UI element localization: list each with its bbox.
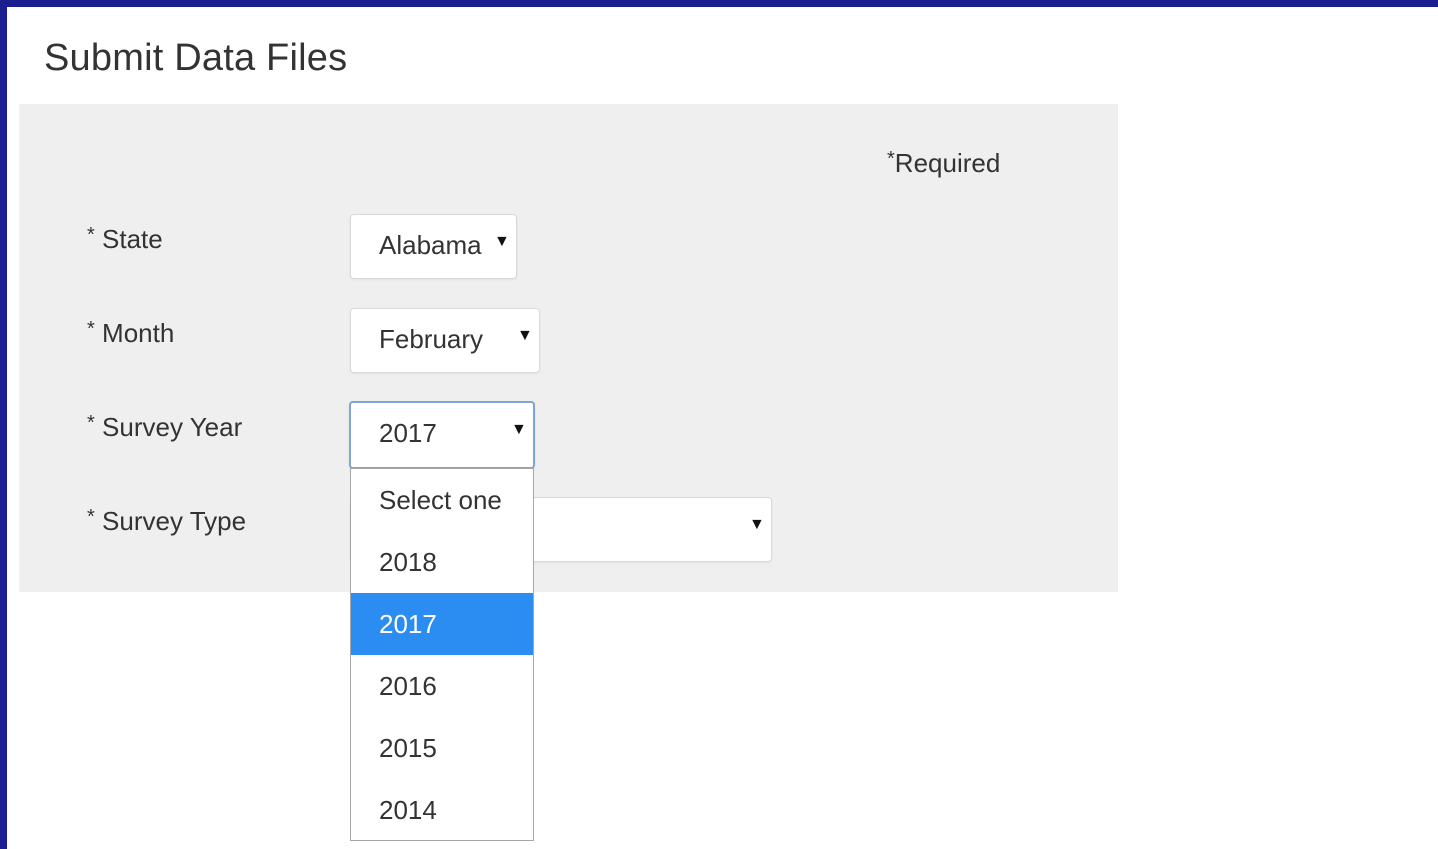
caret-down-icon: ▼ [749, 516, 765, 533]
survey-year-dropdown-list: Select one 2018 2017 2016 2015 2014 [350, 468, 534, 841]
required-asterisk: * [87, 412, 95, 434]
required-asterisk: * [87, 506, 95, 528]
month-label: * Month [87, 318, 174, 349]
survey-year-select[interactable]: 2017 ▼ [349, 401, 535, 469]
dropdown-option-2015[interactable]: 2015 [351, 717, 533, 779]
page: Submit Data Files *Required * State Alab… [7, 7, 1438, 849]
state-label-text: State [102, 224, 163, 254]
dropdown-option-2018[interactable]: 2018 [351, 531, 533, 593]
month-select-value: February [379, 324, 484, 354]
month-label-text: Month [102, 318, 175, 348]
required-note-text: Required [894, 148, 1001, 178]
form-panel: *Required * State Alabama ▼ * Month Febr… [19, 104, 1118, 592]
page-title: Submit Data Files [44, 37, 348, 79]
month-select[interactable]: February ▼ [350, 308, 540, 373]
dropdown-option-2017[interactable]: 2017 [351, 593, 533, 655]
survey-year-label: * Survey Year [87, 412, 242, 443]
survey-year-select-value: 2017 [379, 418, 437, 448]
state-label: * State [87, 224, 163, 255]
required-asterisk: * [887, 148, 895, 170]
survey-type-label-text: Survey Type [102, 506, 247, 536]
caret-down-icon: ▼ [494, 233, 510, 250]
state-select[interactable]: Alabama ▼ [350, 214, 517, 279]
caret-down-icon: ▼ [511, 421, 527, 438]
dropdown-option-2014[interactable]: 2014 [351, 779, 533, 841]
required-note: *Required [887, 148, 1000, 179]
caret-down-icon: ▼ [517, 327, 533, 344]
dropdown-option-select-one[interactable]: Select one [351, 469, 533, 531]
survey-type-label: * Survey Type [87, 506, 246, 537]
required-asterisk: * [87, 318, 95, 340]
required-asterisk: * [87, 224, 95, 246]
state-select-value: Alabama [379, 230, 482, 260]
survey-year-label-text: Survey Year [102, 412, 243, 442]
dropdown-option-2016[interactable]: 2016 [351, 655, 533, 717]
